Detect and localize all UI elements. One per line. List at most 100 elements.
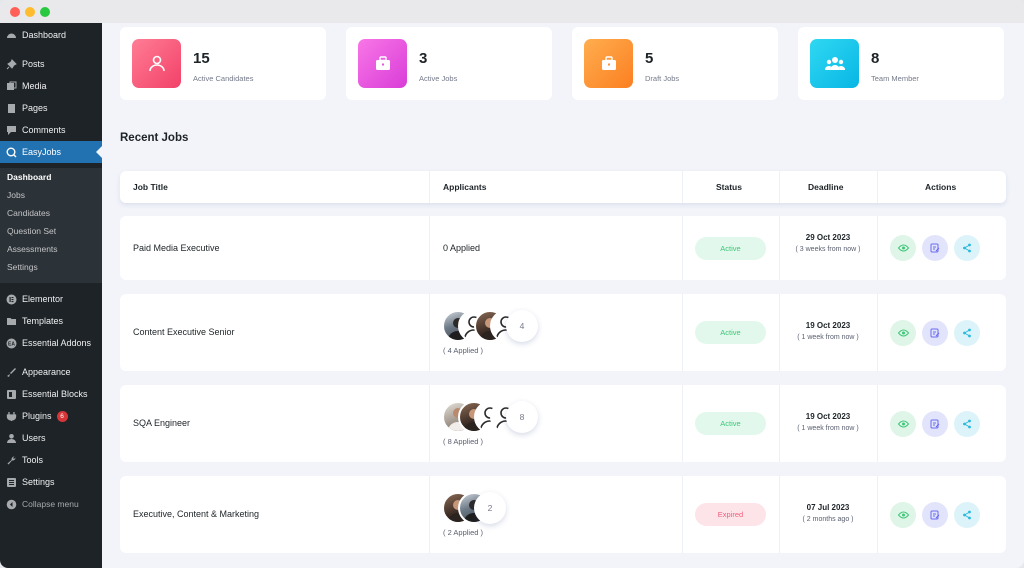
browser-window: Dashboard Posts Media Pages Comments Eas…	[0, 0, 1024, 568]
submenu-item-dashboard[interactable]: Dashboard	[7, 172, 51, 182]
job-title-link[interactable]: Executive, Content & Marketing	[133, 509, 259, 519]
sidebar-item-elementor[interactable]: Elementor	[0, 289, 102, 309]
job-title-link[interactable]: Paid Media Executive	[133, 243, 220, 253]
candidates-icon	[132, 39, 181, 88]
view-button[interactable]	[890, 320, 916, 346]
ea-icon: EA	[6, 338, 17, 349]
sidebar-item-posts[interactable]: Posts	[0, 54, 102, 74]
minimize-window-button[interactable]	[25, 7, 35, 17]
edit-button[interactable]	[922, 235, 948, 261]
edit-button[interactable]	[922, 320, 948, 346]
stat-label: Draft Jobs	[645, 74, 680, 83]
submenu-item-candidates[interactable]: Candidates	[7, 208, 50, 218]
media-icon	[6, 81, 17, 92]
share-button[interactable]	[954, 411, 980, 437]
table-row[interactable]: Paid Media Executive 0 Applied Active 29…	[120, 216, 1006, 280]
job-title-link[interactable]: Content Executive Senior	[133, 327, 235, 337]
sidebar-item-essential-addons[interactable]: EA Essential Addons	[0, 333, 102, 353]
share-button[interactable]	[954, 502, 980, 528]
sidebar-item-comments[interactable]: Comments	[0, 120, 102, 140]
table-row[interactable]: Executive, Content & Marketing 2 ( 2 App…	[120, 476, 1006, 553]
status-badge: Active	[695, 321, 766, 344]
close-window-button[interactable]	[10, 7, 20, 17]
share-icon	[963, 510, 971, 520]
view-button[interactable]	[890, 411, 916, 437]
sidebar-item-essential-blocks[interactable]: Essential Blocks	[0, 384, 102, 404]
status-badge: Active	[695, 412, 766, 435]
eye-icon	[897, 420, 909, 428]
column-divider	[682, 294, 683, 371]
deadline-cell: 19 Oct 2023 ( 1 week from now )	[777, 412, 879, 434]
collapse-menu-button[interactable]: Collapse menu	[0, 494, 102, 514]
view-button[interactable]	[890, 235, 916, 261]
submenu-item-assessments[interactable]: Assessments	[7, 244, 58, 254]
status-badge: Expired	[695, 503, 766, 526]
sidebar-item-plugins[interactable]: Plugins 6	[0, 406, 102, 426]
sidebar-item-label: Users	[22, 433, 46, 443]
edit-icon	[930, 510, 940, 520]
stat-card-active-jobs[interactable]: 3 Active Jobs	[346, 27, 552, 100]
submenu-item-question-set[interactable]: Question Set	[7, 226, 56, 236]
applied-count: ( 4 Applied )	[443, 346, 484, 355]
column-divider	[429, 476, 430, 553]
deadline-date: 07 Jul 2023	[806, 503, 850, 512]
team-icon	[810, 39, 859, 88]
sidebar-item-settings[interactable]: Settings	[0, 472, 102, 492]
share-button[interactable]	[954, 235, 980, 261]
submenu-item-jobs[interactable]: Jobs	[7, 190, 25, 200]
sidebar-item-label: Comments	[22, 125, 66, 135]
stat-card-team-member[interactable]: 8 Team Member	[798, 27, 1004, 100]
deadline-date: 19 Oct 2023	[805, 321, 851, 330]
collapse-menu-label: Collapse menu	[22, 499, 79, 509]
stat-card-draft-jobs[interactable]: 5 Draft Jobs	[572, 27, 778, 100]
column-header-status: Status	[716, 182, 742, 192]
sidebar-item-pages[interactable]: Pages	[0, 98, 102, 118]
column-divider	[429, 294, 430, 371]
edit-icon	[930, 328, 940, 338]
collapse-icon	[6, 499, 17, 510]
pages-icon	[6, 103, 17, 114]
applied-count: ( 8 Applied )	[443, 437, 484, 446]
job-title-link[interactable]: SQA Engineer	[133, 418, 190, 428]
applied-count: ( 2 Applied )	[443, 528, 484, 537]
deadline-cell: 29 Oct 2023 ( 3 weeks from now )	[777, 233, 879, 255]
sidebar-item-dashboard[interactable]: Dashboard	[0, 25, 102, 45]
sidebar-item-users[interactable]: Users	[0, 428, 102, 448]
sidebar-item-label: Essential Addons	[22, 338, 92, 348]
stat-card-active-candidates[interactable]: 15 Active Candidates	[120, 27, 326, 100]
jobs-table-header: Job Title Applicants Status Deadline Act…	[120, 171, 1006, 203]
sidebar-item-appearance[interactable]: Appearance	[0, 362, 102, 382]
plugins-update-badge: 6	[56, 410, 68, 422]
edit-button[interactable]	[922, 502, 948, 528]
sidebar-item-easyjobs[interactable]: EasyJobs	[0, 141, 102, 163]
share-button[interactable]	[954, 320, 980, 346]
table-row[interactable]: Content Executive Senior 4 ( 4 Applied )…	[120, 294, 1006, 371]
submenu-item-settings[interactable]: Settings	[7, 262, 38, 272]
stat-label: Active Jobs	[419, 74, 458, 83]
sidebar-item-label: Appearance	[22, 367, 71, 377]
column-divider	[429, 216, 430, 280]
applicant-count-bubble: 4	[506, 310, 538, 342]
sidebar-item-templates[interactable]: Templates	[0, 311, 102, 331]
applied-count: 0 Applied	[443, 243, 481, 253]
sidebar-item-tools[interactable]: Tools	[0, 450, 102, 470]
sidebar-item-label: Settings	[22, 477, 55, 487]
stat-value: 8	[871, 50, 880, 67]
maximize-window-button[interactable]	[40, 7, 50, 17]
column-divider	[429, 171, 430, 203]
sidebar-item-label: Media	[22, 81, 47, 91]
sidebar-item-label: Essential Blocks	[22, 389, 88, 399]
column-divider	[682, 171, 683, 203]
edit-button[interactable]	[922, 411, 948, 437]
wrench-icon	[6, 455, 17, 466]
sidebar-item-media[interactable]: Media	[0, 76, 102, 96]
applicant-count-bubble: 2	[474, 492, 506, 524]
easyjobs-submenu: Dashboard Jobs Candidates Question Set A…	[0, 168, 102, 283]
column-header-deadline: Deadline	[808, 182, 844, 192]
admin-sidebar: Dashboard Posts Media Pages Comments Eas…	[0, 23, 102, 568]
sidebar-item-label: Dashboard	[22, 30, 67, 40]
view-button[interactable]	[890, 502, 916, 528]
table-row[interactable]: SQA Engineer 8 ( 8 Applied ) Active 19 O…	[120, 385, 1006, 462]
deadline-relative: ( 1 week from now )	[797, 425, 859, 432]
settings-icon	[6, 477, 17, 488]
